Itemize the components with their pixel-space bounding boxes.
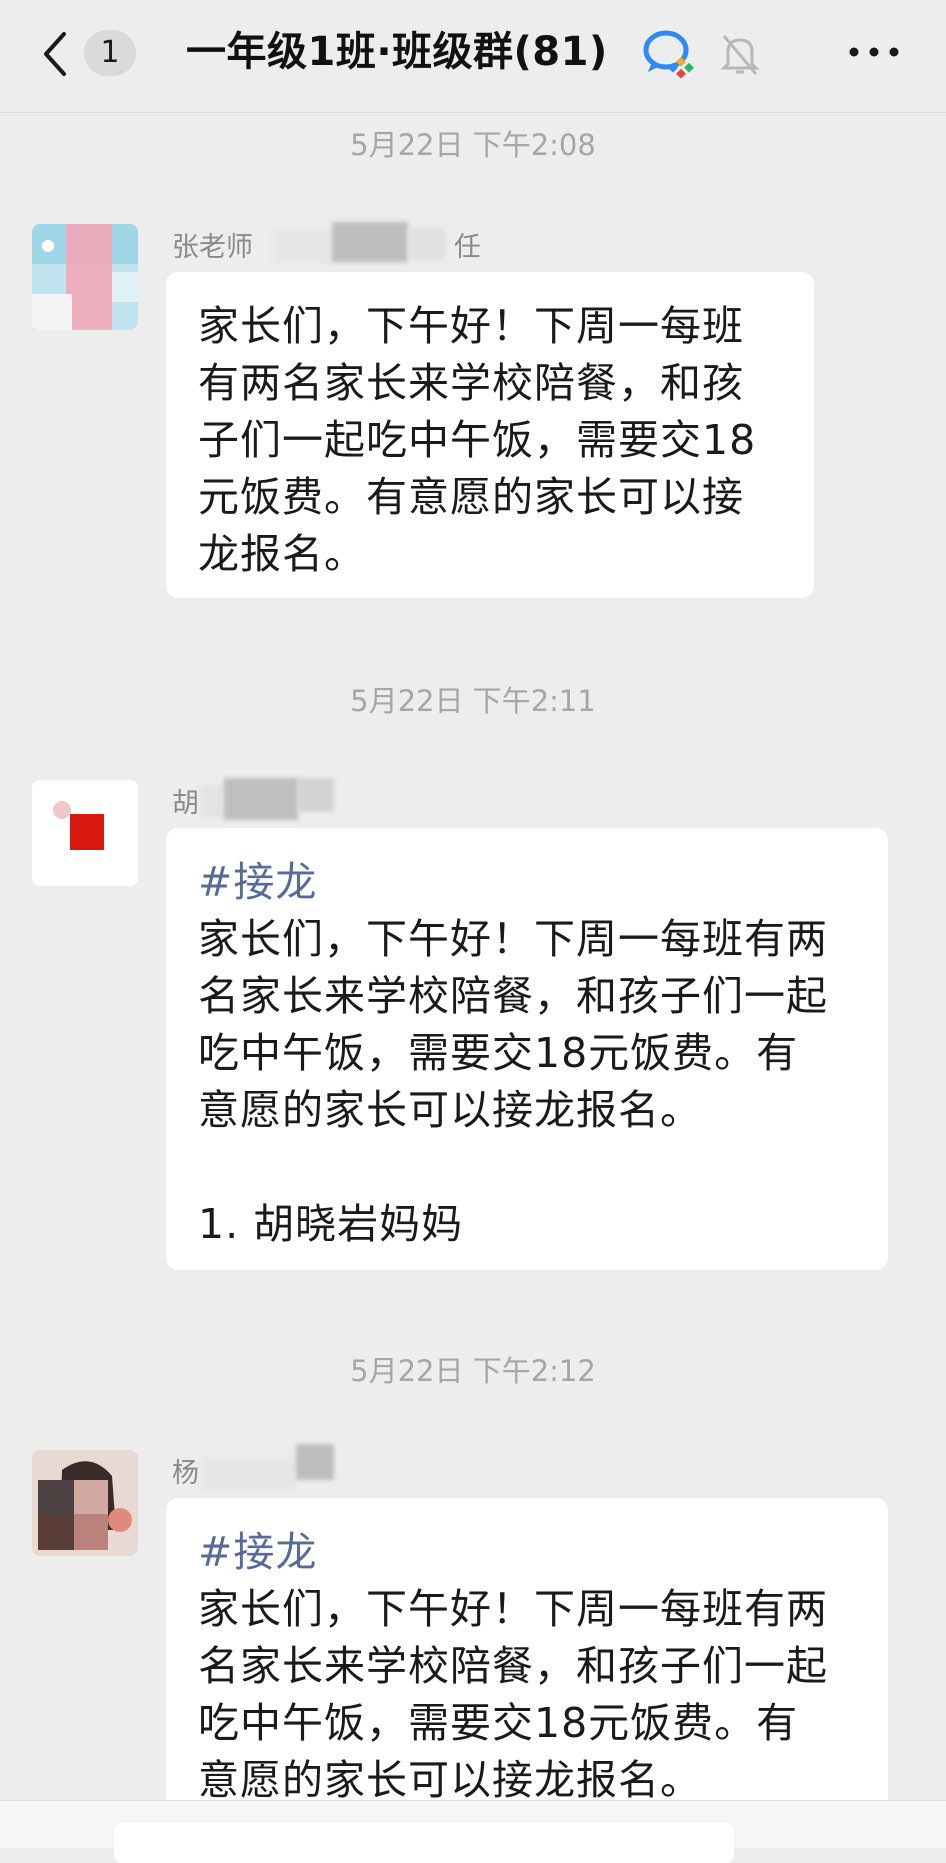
redaction-mask	[298, 778, 334, 812]
message-line: 有两名家长来学校陪餐，和孩	[198, 359, 744, 407]
redaction-mask	[272, 228, 332, 264]
message-timestamp: 5月22日 下午2:08	[350, 128, 596, 162]
message-timestamp: 5月22日 下午2:11	[350, 684, 596, 718]
message-line: 家长们，下午好！下周一每班有两	[198, 915, 828, 963]
message-line: 子们一起吃中午饭，需要交18	[198, 416, 757, 464]
sender-name-suffix: 任	[454, 232, 481, 263]
more-dots-icon	[849, 47, 899, 57]
message-line: 吃中午饭，需要交18元饭费。有	[198, 1699, 799, 1747]
message-timestamp: 5月22日 下午2:12	[350, 1354, 596, 1388]
back-button[interactable]	[36, 26, 76, 82]
message-bubble[interactable]: 家长们，下午好！下周一每班 有两名家长来学校陪餐，和孩 子们一起吃中午饭，需要交…	[166, 272, 814, 598]
hashtag-link[interactable]: #接龙	[198, 1524, 858, 1581]
input-bar	[0, 1800, 946, 1863]
avatar[interactable]	[32, 1450, 138, 1556]
more-options-button[interactable]	[846, 36, 902, 68]
chat-header: 1 一年级1班·班级群(81)	[0, 0, 946, 113]
message-line: 元饭费。有意愿的家长可以接	[198, 473, 744, 521]
chat-title[interactable]: 一年级1班·班级群(81)	[186, 22, 608, 82]
redaction-mask	[296, 1444, 334, 1480]
sender-name-prefix: 胡	[172, 788, 199, 819]
redaction-mask	[200, 784, 226, 818]
sender-name[interactable]: 杨	[172, 1454, 199, 1494]
redaction-mask	[332, 222, 408, 262]
message-line: 意愿的家长可以接龙报名。	[198, 1086, 702, 1134]
sender-name-prefix: 杨	[172, 1458, 199, 1489]
bell-muted-icon	[718, 30, 762, 78]
redaction-mask	[200, 1456, 296, 1490]
wecom-logo-icon	[640, 24, 700, 82]
message-bubble[interactable]: #接龙 家长们，下午好！下周一每班有两 名家长来学校陪餐，和孩子们一起 吃中午饭…	[166, 828, 888, 1270]
chevron-left-icon	[44, 32, 66, 76]
message-bubble[interactable]: #接龙 家长们，下午好！下周一每班有两 名家长来学校陪餐，和孩子们一起 吃中午饭…	[166, 1498, 888, 1838]
avatar[interactable]	[32, 224, 138, 330]
message-line: 家长们，下午好！下周一每班有两	[198, 1585, 828, 1633]
unread-count-badge[interactable]: 1	[84, 30, 136, 76]
sender-name-prefix: 张老师	[172, 232, 253, 263]
message-line: 龙报名。	[198, 530, 366, 578]
message-input[interactable]	[114, 1823, 734, 1863]
sender-name[interactable]: 胡	[172, 784, 199, 824]
message-line: 名家长来学校陪餐，和孩子们一起	[198, 1642, 828, 1690]
redaction-mask	[224, 778, 298, 820]
redaction-mask	[408, 228, 446, 260]
message-line: 吃中午饭，需要交18元饭费。有	[198, 1029, 799, 1077]
message-line: 名家长来学校陪餐，和孩子们一起	[198, 972, 828, 1020]
avatar[interactable]	[32, 780, 138, 886]
solitaire-entry: 1. 胡晓岩妈妈	[198, 1200, 464, 1248]
message-line: 家长们，下午好！下周一每班	[198, 302, 744, 350]
sender-name[interactable]: 张老师	[172, 228, 253, 268]
hashtag-link[interactable]: #接龙	[198, 854, 858, 911]
